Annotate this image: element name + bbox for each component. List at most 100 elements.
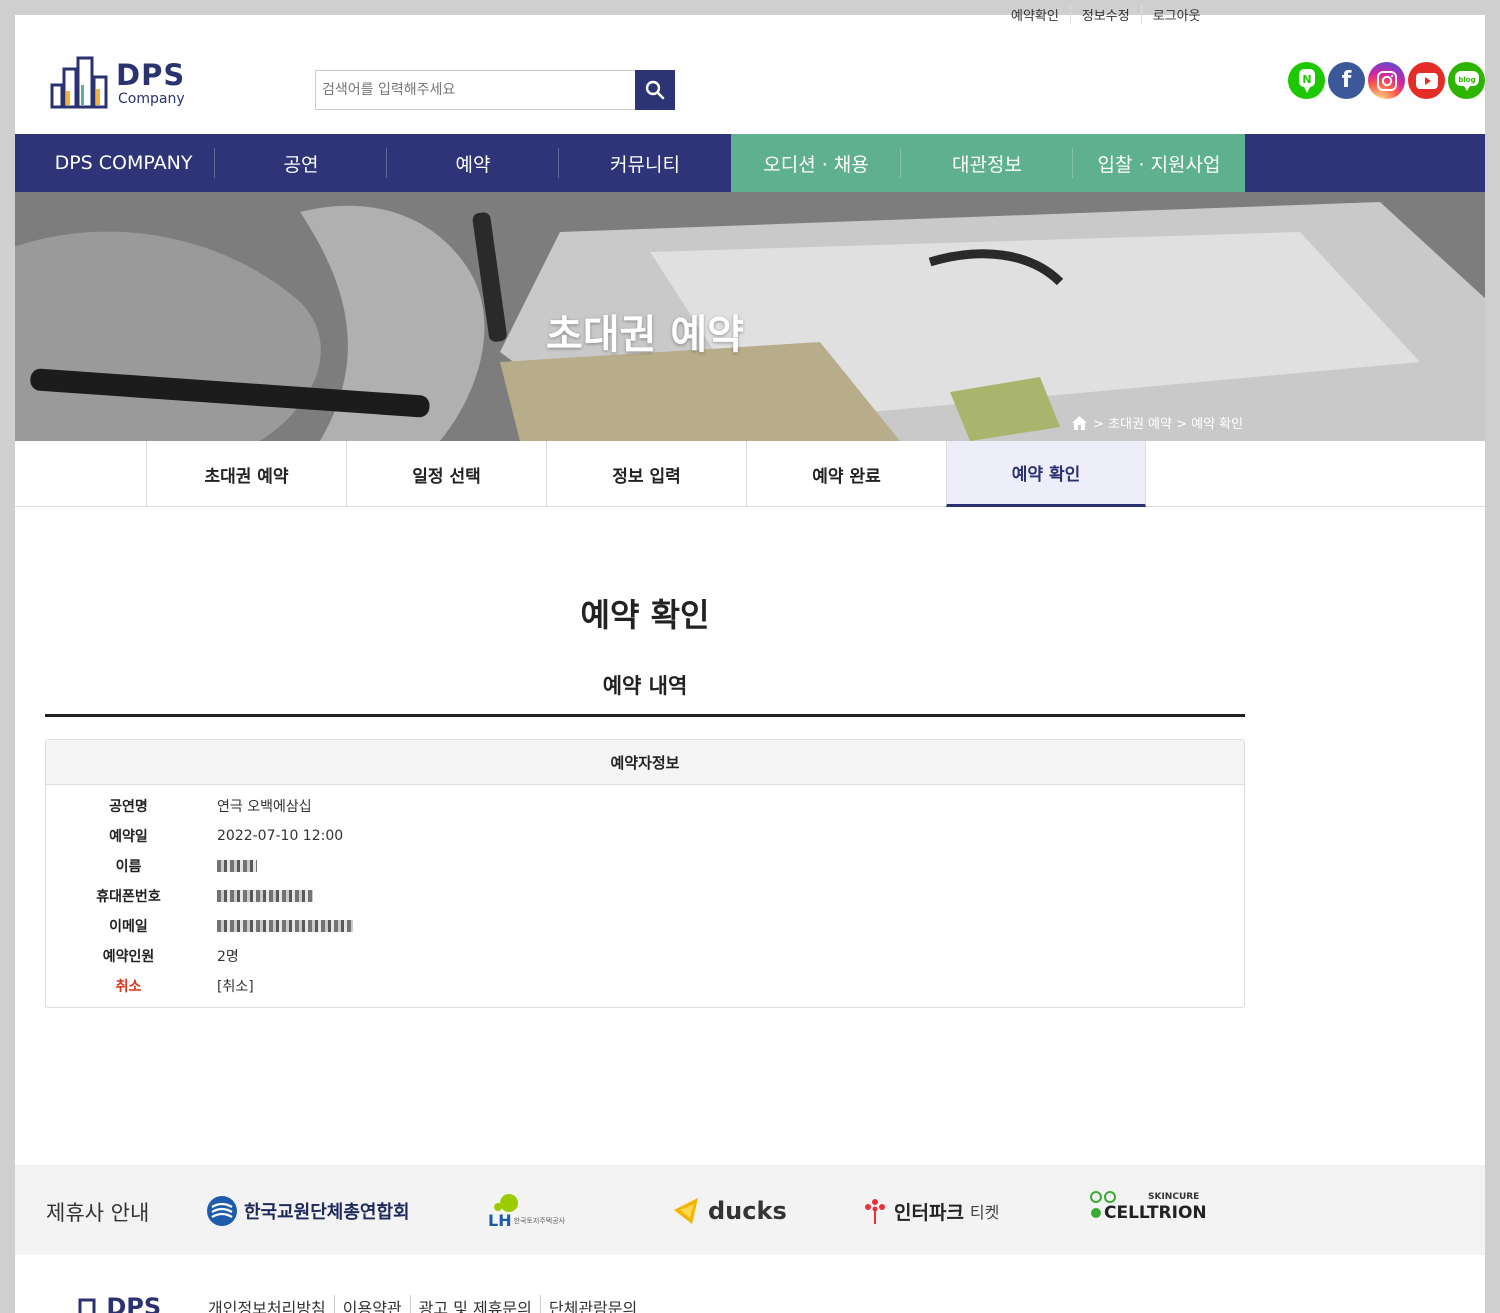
cancel-link[interactable]: [취소] (217, 976, 254, 996)
interpark-logo-icon (865, 1199, 885, 1224)
row-label: 예약일 (109, 829, 148, 845)
partner-subname: SKINCURE (1148, 1192, 1200, 1202)
youtube-icon[interactable] (1408, 62, 1445, 99)
partner-name: ducks (708, 1197, 787, 1225)
partner-interpark[interactable]: 인터파크 티켓 (862, 1191, 999, 1231)
row-value-redacted (217, 858, 257, 874)
browser-left-margin (0, 0, 15, 1313)
footer-logo-buildings-icon (78, 1298, 96, 1313)
lh-text: LH (488, 1211, 512, 1230)
tab-info-input[interactable]: 정보 입력 (546, 441, 746, 507)
nav-item-audition[interactable]: 오디션 · 채용 (731, 134, 901, 192)
celltrion-dot-icon (1091, 1208, 1101, 1218)
footer-links: 개인정보처리방침 이용약관 광고 및 제휴문의 단체관람문의 (200, 1295, 645, 1313)
footer-logo-text: DPS (106, 1293, 162, 1313)
partner-ducks[interactable]: ducks (672, 1191, 787, 1231)
info-row-name: 이름 (46, 851, 1244, 881)
instagram-icon[interactable] (1368, 62, 1405, 99)
nav-label: DPS COMPANY (54, 152, 193, 174)
partner-lh[interactable]: LH 한국토지주택공사 (488, 1191, 565, 1231)
nav-label: 입찰 · 지원사업 (1097, 153, 1221, 176)
celltrion-bottom: CELLTRION (1090, 1203, 1207, 1223)
reservation-check-link[interactable]: 예약확인 (1000, 5, 1070, 24)
ducks-logo-icon (674, 1198, 698, 1224)
partner-celltrion[interactable]: SKINCURE CELLTRION (1090, 1191, 1207, 1231)
info-row-email: 이메일 (46, 911, 1244, 941)
info-row-cancel: 취소 [취소] (46, 971, 1244, 1001)
footer-link-ads[interactable]: 광고 및 제휴문의 (411, 1295, 541, 1313)
top-links: 예약확인 정보수정 로그아웃 (1000, 0, 1212, 28)
celltrion-circles-icon (1090, 1191, 1116, 1203)
section-title: 예약 내역 (602, 674, 688, 698)
redacted-name (217, 860, 257, 872)
svg-text:N: N (1302, 73, 1311, 86)
partner-name: 인터파크 (894, 1201, 964, 1224)
svg-text:blog: blog (1458, 76, 1475, 84)
footer-link-terms[interactable]: 이용약관 (335, 1295, 411, 1313)
hero-title: 초대권 예약 (546, 312, 744, 358)
facebook-glyph: f (1341, 68, 1352, 93)
footer-link-privacy[interactable]: 개인정보처리방침 (200, 1295, 335, 1313)
redacted-email (217, 920, 353, 932)
nav-label: 커뮤니티 (610, 153, 680, 176)
info-row-date: 예약일 2022-07-10 12:00 (46, 821, 1244, 851)
partner-subname: 티켓 (969, 1203, 1000, 1222)
footer: DPS 개인정보처리방침 이용약관 광고 및 제휴문의 단체관람문의 (0, 1255, 1500, 1313)
tab-reservation-complete[interactable]: 예약 완료 (746, 441, 946, 507)
nav-item-performance[interactable]: 공연 (215, 134, 387, 192)
home-icon[interactable] (1072, 415, 1087, 430)
row-label: 공연명 (109, 799, 148, 815)
nav-item-dps-company[interactable]: DPS COMPANY (0, 134, 215, 192)
kfta-logo-icon (207, 1196, 237, 1226)
row-label: 이메일 (109, 919, 148, 935)
logo-title: DPS (116, 58, 186, 92)
tab-reservation-check[interactable]: 예약 확인 (946, 441, 1146, 507)
browser-right-margin (1485, 0, 1500, 1313)
tab-schedule-select[interactable]: 일정 선택 (346, 441, 546, 507)
nav-item-reservation[interactable]: 예약 (387, 134, 559, 192)
row-label: 이름 (115, 859, 142, 875)
nav-label: 예약 (455, 153, 491, 176)
social-links: N f blog (1288, 62, 1485, 99)
edit-info-link[interactable]: 정보수정 (1071, 5, 1141, 24)
main-nav: DPS COMPANY 공연 예약 커뮤니티 오디션 · 채용 대관정보 입찰 … (0, 134, 1500, 192)
hero-banner: 초대권 예약 > 초대권 예약 > 예약 확인 (0, 192, 1500, 441)
partners-bar: 제휴사 안내 한국교원단체총연합회 LH 한국토지주택공사 ducks 인터파크… (0, 1165, 1500, 1255)
row-value: 연극 오백에삼십 (217, 799, 312, 815)
partners-label: 제휴사 안내 (46, 1201, 150, 1225)
nav-item-community[interactable]: 커뮤니티 (559, 134, 731, 192)
row-label: 휴대폰번호 (96, 889, 161, 905)
search-bar (315, 70, 675, 110)
blog-icon[interactable]: blog (1448, 62, 1485, 99)
row-value: 2022-07-10 12:00 (217, 828, 344, 844)
partner-subname: 한국토지주택공사 (513, 1217, 566, 1225)
nav-item-rental[interactable]: 대관정보 (901, 134, 1073, 192)
info-row-phone: 휴대폰번호 (46, 881, 1244, 911)
info-row-performance: 공연명 연극 오백에삼십 (46, 791, 1244, 821)
reservation-info-card: 예약자정보 공연명 연극 오백에삼십 예약일 2022-07-10 12:00 … (45, 739, 1245, 1008)
logout-link[interactable]: 로그아웃 (1142, 5, 1212, 24)
row-label-cancel: 취소 (115, 979, 142, 995)
nav-item-bidding[interactable]: 입찰 · 지원사업 (1073, 134, 1245, 192)
browser-top-margin (0, 0, 1500, 15)
info-row-people: 예약인원 2명 (46, 941, 1244, 971)
search-button[interactable] (635, 70, 675, 110)
section-divider (45, 714, 1245, 717)
search-input[interactable] (315, 70, 635, 110)
page-title: 예약 확인 (580, 596, 710, 634)
footer-link-group[interactable]: 단체관람문의 (541, 1295, 645, 1313)
facebook-icon[interactable]: f (1328, 62, 1365, 99)
footer-logo[interactable]: DPS (78, 1293, 161, 1313)
nav-label: 공연 (283, 153, 319, 176)
partner-kfta[interactable]: 한국교원단체총연합회 (206, 1191, 410, 1231)
nav-label: 오디션 · 채용 (763, 153, 869, 176)
row-value-redacted (217, 888, 313, 904)
partner-name: 한국교원단체총연합회 (244, 1202, 410, 1223)
search-icon (645, 80, 665, 100)
logo-buildings-icon (50, 56, 108, 109)
redacted-phone (217, 890, 313, 902)
breadcrumb: > 초대권 예약 > 예약 확인 (1072, 413, 1243, 432)
celltrion-top: SKINCURE (1090, 1191, 1199, 1203)
tab-invite-reservation[interactable]: 초대권 예약 (146, 441, 346, 507)
naver-icon[interactable]: N (1288, 62, 1325, 99)
